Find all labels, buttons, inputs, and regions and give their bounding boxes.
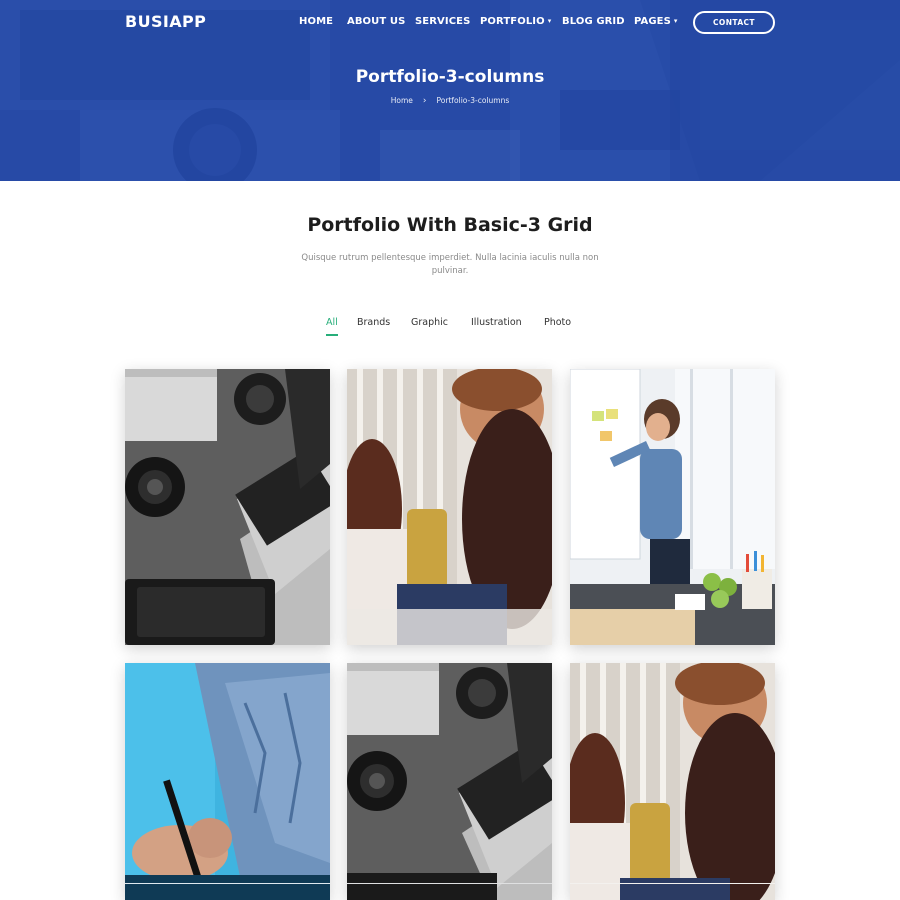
meeting-people-photo bbox=[347, 369, 552, 645]
main-navbar: BUSIAPP HOME ABOUT US SERVICES PORTFOLIO… bbox=[125, 11, 776, 35]
meeting-people-photo bbox=[570, 663, 775, 900]
contact-button[interactable]: CONTACT bbox=[693, 11, 775, 34]
chevron-down-icon: ▾ bbox=[673, 17, 678, 25]
nav-item-label: ABOUT US bbox=[347, 16, 406, 27]
page-title: Portfolio-3-columns bbox=[355, 67, 545, 87]
nav-item-pages[interactable]: PAGES ▾ bbox=[634, 16, 678, 27]
breadcrumb-current: Portfolio-3-columns bbox=[436, 96, 510, 105]
section-subtitle: Quisque rutrum pellentesque imperdiet. N… bbox=[301, 253, 599, 276]
laptop-camera-desk-photo bbox=[125, 369, 330, 645]
filter-photo[interactable]: Photo bbox=[544, 317, 571, 328]
portfolio-item[interactable] bbox=[570, 369, 775, 645]
brand-logo[interactable]: BUSIAPP bbox=[125, 12, 206, 31]
filter-brands[interactable]: Brands bbox=[357, 317, 390, 328]
laptop-camera-desk-photo bbox=[347, 663, 552, 900]
portfolio-item[interactable] bbox=[125, 369, 330, 645]
nav-item-home[interactable]: HOME bbox=[299, 16, 333, 27]
nav-item-services[interactable]: SERVICES bbox=[415, 16, 470, 27]
nav-item-label: SERVICES bbox=[415, 16, 471, 27]
nav-item-label: PORTFOLIO bbox=[480, 16, 545, 27]
breadcrumb-home-link[interactable]: Home bbox=[391, 96, 413, 105]
breadcrumb-separator-icon: › bbox=[422, 96, 427, 106]
nav-item-about-us[interactable]: ABOUT US bbox=[347, 16, 405, 27]
whiteboard-presentation-photo bbox=[570, 369, 775, 645]
breadcrumb: Home › Portfolio-3-columns bbox=[0, 96, 900, 106]
hero-banner: BUSIAPP HOME ABOUT US SERVICES PORTFOLIO… bbox=[0, 0, 900, 181]
section-title: Portfolio With Basic-3 Grid bbox=[307, 214, 593, 236]
nav-item-portfolio[interactable]: PORTFOLIO ▾ bbox=[480, 16, 551, 27]
contact-button-label: CONTACT bbox=[713, 18, 755, 27]
nav-item-label: HOME bbox=[299, 16, 334, 27]
nav-item-label: PAGES bbox=[634, 16, 671, 27]
hand-writing-pen-photo bbox=[125, 663, 330, 900]
portfolio-item[interactable] bbox=[125, 663, 330, 900]
nav-item-blog-grid[interactable]: BLOG GRID bbox=[562, 16, 625, 27]
portfolio-item[interactable] bbox=[570, 663, 775, 900]
portfolio-filter-bar: All Brands Graphic Illustration Photo bbox=[0, 317, 900, 337]
portfolio-item[interactable] bbox=[347, 369, 552, 645]
chevron-down-icon: ▾ bbox=[547, 17, 552, 25]
filter-illustration[interactable]: Illustration bbox=[471, 317, 522, 328]
portfolio-item[interactable] bbox=[347, 663, 552, 900]
nav-item-label: BLOG GRID bbox=[562, 16, 625, 27]
filter-graphic[interactable]: Graphic bbox=[411, 317, 448, 328]
filter-all[interactable]: All bbox=[326, 317, 338, 336]
